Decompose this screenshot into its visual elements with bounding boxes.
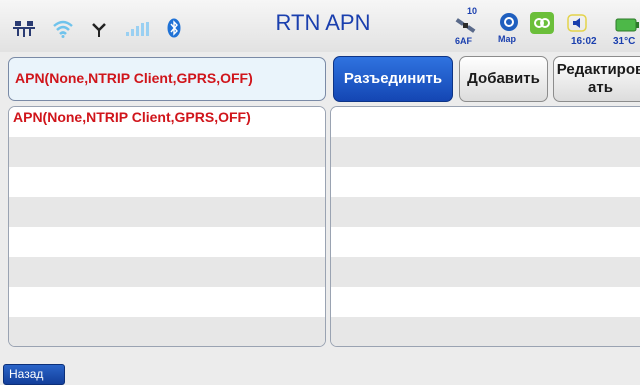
apn-list[interactable]: APN(None,NTRIP Client,GPRS,OFF) [8, 106, 326, 347]
list-item[interactable] [331, 257, 640, 287]
list-item[interactable] [9, 137, 325, 167]
map-label: Map [498, 34, 516, 44]
list-item[interactable] [331, 137, 640, 167]
edit-button[interactable]: Редактировать [553, 56, 640, 102]
list-item[interactable] [9, 287, 325, 317]
temperature: 31°C [613, 36, 636, 47]
list-item[interactable] [331, 227, 640, 257]
satellite-icon [454, 16, 478, 36]
list-item[interactable] [9, 197, 325, 227]
apn-selected-field[interactable]: APN(None,NTRIP Client,GPRS,OFF) [8, 57, 326, 101]
list-item[interactable] [9, 257, 325, 287]
back-button[interactable]: Назад [3, 364, 65, 385]
list-item[interactable] [9, 317, 325, 346]
status-bar: RTN APN 10 6AF Map 16:02 31°C [0, 0, 640, 52]
list-item[interactable]: APN(None,NTRIP Client,GPRS,OFF) [9, 107, 325, 137]
list-item[interactable] [331, 287, 640, 317]
link-icon [530, 12, 554, 34]
speaker-icon[interactable] [567, 14, 587, 32]
list-item[interactable] [331, 167, 640, 197]
satellite-label: 6AF [455, 36, 473, 46]
list-item[interactable] [331, 107, 640, 137]
clock-time: 16:02 [571, 36, 597, 47]
list-item[interactable] [331, 197, 640, 227]
disconnect-button[interactable]: Разъединить [333, 56, 453, 102]
add-button[interactable]: Добавить [459, 56, 548, 102]
satellite-count: 10 [467, 6, 478, 16]
list-item[interactable] [331, 317, 640, 346]
list-item[interactable] [9, 227, 325, 257]
battery-icon [615, 18, 640, 32]
map-icon[interactable] [499, 12, 519, 32]
apn-detail-list[interactable] [330, 106, 640, 347]
list-item[interactable] [9, 167, 325, 197]
